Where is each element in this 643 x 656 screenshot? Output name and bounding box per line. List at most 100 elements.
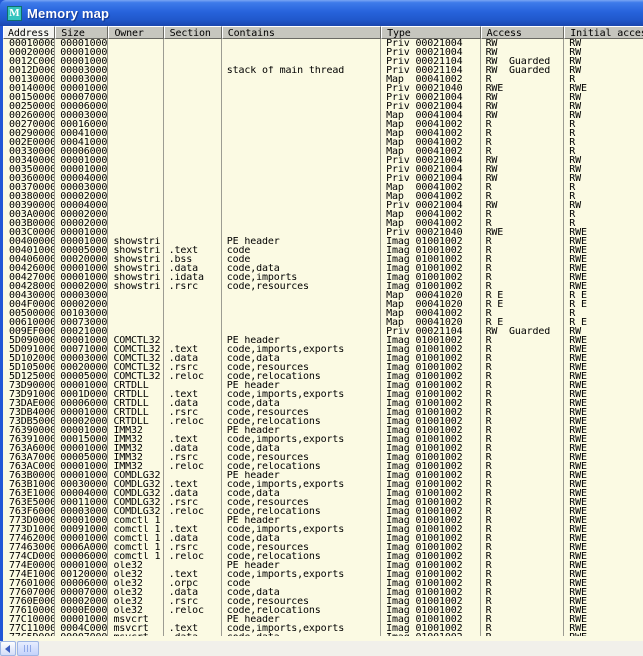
table-row[interactable]: 0050000000103000Map 00041002RR [3,309,643,318]
table-row[interactable]: 0027000000016000Map 00041002RR [3,120,643,129]
table-row[interactable]: 0014000000001000Priv 00021040RWERWE [3,84,643,93]
cell: 0000E000 [55,606,108,615]
table-row[interactable]: 763AC00000001000IMM32.reloccode,relocati… [3,462,643,471]
table-row[interactable]: 763B000000001000COMDLG32PE headerImag 01… [3,471,643,480]
cell: 00005000 [55,246,108,255]
column-header-address[interactable]: Address [3,26,55,39]
table-row[interactable]: 773D000000001000comctl_1PE headerImag 01… [3,516,643,525]
table-row[interactable]: 0038000000002000Map 00041002RR [3,192,643,201]
table-row[interactable]: 73D910000001D000CRTDLL.textcode,imports,… [3,390,643,399]
table-row[interactable]: 0042600000001000showstri.datacode,dataIm… [3,264,643,273]
table-row[interactable]: 73D9000000001000CRTDLLPE headerImag 0100… [3,381,643,390]
table-row[interactable]: 0037000000003000Map 00041002RR [3,183,643,192]
table-row[interactable]: 0042800000002000showstri.rsrccode,resour… [3,282,643,291]
table-row[interactable]: 774E100000120000ole32.textcode,imports,e… [3,570,643,579]
table-row[interactable]: 7746200000001000comctl_1.datacode,dataIm… [3,534,643,543]
table-row[interactable]: 763A700000005000IMM32.rsrccode,resources… [3,453,643,462]
table-row[interactable]: 73DB400000001000CRTDLL.rsrccode,resource… [3,408,643,417]
table-row[interactable]: 003C000000001000Priv 00021040RWERWE [3,228,643,237]
table-row[interactable]: 77C110000004C000msvcrt.textcode,imports,… [3,624,643,633]
table-row[interactable]: 773D100000091000comctl_1.textcode,import… [3,525,643,534]
cell: 763AC000 [3,462,55,471]
table-row[interactable]: 0015000000007000Priv 00021004RWRW [3,93,643,102]
table-row[interactable]: 5D09000000001000COMCTL32PE headerImag 01… [3,336,643,345]
table-row[interactable]: 5D09100000071000COMCTL32.textcode,import… [3,345,643,354]
table-row[interactable]: 0025000000006000Priv 00021004RWRW [3,102,643,111]
column-header-size[interactable]: Size [55,26,108,39]
table-row[interactable]: 0001000000001000Priv 00021004RWRW [3,39,643,48]
column-header-type[interactable]: Type [381,26,480,39]
cell: RWE [564,84,643,93]
table-row[interactable]: 0061000000073000Map 00041020R ER E [3,318,643,327]
table-row[interactable]: 763A600000001000IMM32.datacode,dataImag … [3,444,643,453]
table-row[interactable]: 0034000000001000Priv 00021004RWRW [3,156,643,165]
table-row[interactable]: 003B000000002000Map 00041002RR [3,219,643,228]
cell [108,210,163,219]
table-row[interactable]: 0039000000004000Priv 00021004RWRW [3,201,643,210]
table-row[interactable]: 0043000000003000Map 00041020R ER E [3,291,643,300]
table-row[interactable]: 774CD00000006000comctl_1.reloccode,reloc… [3,552,643,561]
cell [164,147,222,156]
table-row[interactable]: 77C1000000001000msvcrtPE headerImag 0100… [3,615,643,624]
table-row[interactable]: 776100000000E000ole32.reloccode,relocati… [3,606,643,615]
scroll-left-button[interactable] [0,641,16,656]
scrollbar-thumb[interactable] [17,641,39,656]
table-row[interactable]: 763B100000030000COMDLG32.textcode,import… [3,480,643,489]
cell: 00401000 [3,246,55,255]
cell [222,210,381,219]
title-bar[interactable]: M Memory map [0,0,643,26]
table-row[interactable]: 004F000000002000Map 00041020R ER E [3,300,643,309]
table-row[interactable]: 7760E00000002000ole32.rsrccode,resources… [3,597,643,606]
table-row[interactable]: 0040100000005000showstri.textcodeImag 01… [3,246,643,255]
column-header-section[interactable]: Section [164,26,222,39]
table-row[interactable]: 763E100000004000COMDLG32.datacode,dataIm… [3,489,643,498]
table-row[interactable]: 0040600000020000showstri.bsscodeImag 010… [3,255,643,264]
cell: PE header [222,471,381,480]
table-row[interactable]: 7639000000001000IMM32PE headerImag 01001… [3,426,643,435]
table-row[interactable]: 774630000006A000comctl_1.rsrccode,resour… [3,543,643,552]
table-row[interactable]: 77C5D00000007000msvcrt.datacode,dataImag… [3,633,643,636]
table-row[interactable]: 0012C00000001000Priv 00021104RW GuardedR… [3,57,643,66]
cell [108,291,163,300]
cell: .text [164,624,222,633]
table-row[interactable]: 5D10500000020000COMCTL32.rsrccode,resour… [3,363,643,372]
table-row[interactable]: 763F600000003000COMDLG32.reloccode,reloc… [3,507,643,516]
table-row[interactable]: 0029000000041000Map 00041002RR [3,129,643,138]
scrollbar-track[interactable] [39,641,643,656]
table-row[interactable]: 009EF00000021000Priv 00021104RW GuardedR… [3,327,643,336]
cell: code,imports,exports [222,345,381,354]
table-row[interactable]: 0036000000004000Priv 00021004RWRW [3,174,643,183]
cell: RWE [564,633,643,636]
cell: ole32 [108,579,163,588]
column-header-contains[interactable]: Contains [222,26,381,39]
cell: RW Guarded [481,66,565,75]
table-row[interactable]: 003A000000002000Map 00041002RR [3,210,643,219]
table-row[interactable]: 0012D00000003000stack of main threadPriv… [3,66,643,75]
cell: 00001000 [55,561,108,570]
table-row[interactable]: 002E000000041000Map 00041002RR [3,138,643,147]
cell: R [481,372,565,381]
table-row[interactable]: 5D12500000005000COMCTL32.reloccode,reloc… [3,372,643,381]
column-header-initial-access[interactable]: Initial access [564,26,643,39]
table-row[interactable]: 7760100000006000ole32.orpccodeImag 01001… [3,579,643,588]
table-row[interactable]: 0026000000003000Map 00041004RWRW [3,111,643,120]
cell: .rsrc [164,498,222,507]
cell: .reloc [164,372,222,381]
table-row[interactable]: 0033000000006000Map 00041002RR [3,147,643,156]
table-row[interactable]: 0042700000001000showstri.idatacode,impor… [3,273,643,282]
horizontal-scrollbar[interactable] [0,641,643,656]
table-row[interactable]: 774E000000001000ole32PE headerImag 01001… [3,561,643,570]
table-row[interactable]: 763E500000011000COMDLG32.rsrccode,resour… [3,498,643,507]
table-row[interactable]: 0035000000001000Priv 00021004RWRW [3,165,643,174]
table-row[interactable]: 0040000000001000showstriPE headerImag 01… [3,237,643,246]
column-header-owner[interactable]: Owner [108,26,163,39]
column-header-access[interactable]: Access [481,26,565,39]
table-row[interactable]: 7760700000007000ole32.datacode,dataImag … [3,588,643,597]
table-row[interactable]: 0002000000001000Priv 00021004RWRW [3,48,643,57]
table-row[interactable]: 0013000000003000Map 00041002RR [3,75,643,84]
table-row[interactable]: 73DB500000002000CRTDLL.reloccode,relocat… [3,417,643,426]
cell: ole32 [108,570,163,579]
table-row[interactable]: 73DAE00000006000CRTDLL.datacode,dataImag… [3,399,643,408]
table-row[interactable]: 5D10200000003000COMCTL32.datacode,dataIm… [3,354,643,363]
table-row[interactable]: 7639100000015000IMM32.textcode,imports,e… [3,435,643,444]
